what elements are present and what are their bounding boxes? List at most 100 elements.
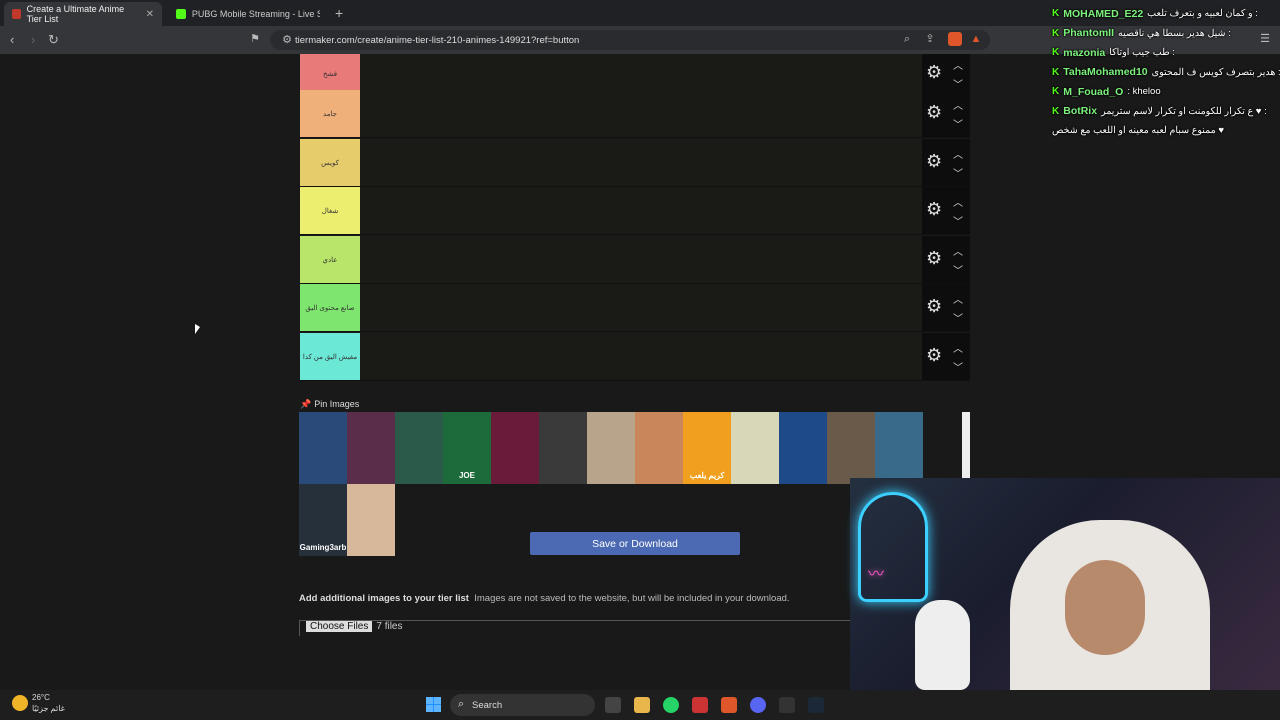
tier-controls: ⚙ ︿ ﹀	[922, 333, 970, 380]
chat-username[interactable]: PhantomII	[1063, 27, 1114, 39]
pin-image-thumbnail[interactable]	[347, 484, 395, 556]
tier-label[interactable]: شغال	[300, 187, 360, 234]
chevron-down-icon[interactable]: ﹀	[953, 76, 963, 91]
weather-widget[interactable]: 26°C غائم جزئيًا	[12, 692, 65, 714]
tier-drop-zone[interactable]	[360, 139, 922, 186]
taskbar-search[interactable]: ⌕ Search	[450, 694, 595, 716]
address-bar[interactable]: tiermaker.com/create/anime-tier-list-210…	[270, 30, 990, 50]
app-icon[interactable]	[692, 697, 708, 713]
tab-pubg[interactable]: PUBG Mobile Streaming - Live Stream	[168, 2, 328, 26]
chat-message: K BotRix ع تكرار للكومنت او تكرار لاسم ستر…	[1052, 102, 1280, 122]
pin-image-thumbnail[interactable]	[779, 412, 827, 484]
pin-image-thumbnail[interactable]	[827, 412, 875, 484]
tier-label[interactable]: مفيش اليق من كدا	[300, 333, 360, 380]
back-icon[interactable]: ‹	[10, 32, 14, 47]
gear-icon[interactable]: ⚙	[926, 346, 944, 364]
tier-row: جامد ⚙ ︿ ﹀	[300, 90, 970, 138]
pin-image-thumbnail[interactable]: كريم يلعب	[683, 412, 731, 484]
pin-image-thumbnail[interactable]	[539, 412, 587, 484]
chevron-down-icon[interactable]: ﹀	[953, 116, 963, 131]
zoom-icon[interactable]: ⌕	[900, 32, 914, 46]
chat-message: K MOHAMED_E22 و كمان لعبيه و بتعرف تلعب :	[1052, 4, 1280, 24]
chat-username[interactable]: MOHAMED_E22	[1063, 8, 1143, 20]
pin-image-thumbnail[interactable]	[347, 412, 395, 484]
tier-drop-zone[interactable]	[360, 236, 922, 283]
whatsapp-icon[interactable]	[663, 697, 679, 713]
pin-image-thumbnail[interactable]	[299, 412, 347, 484]
pin-image-thumbnail[interactable]: Gaming3arb	[299, 484, 347, 556]
tier-controls: ⚙ ︿ ﹀	[922, 90, 970, 137]
tier-drop-zone[interactable]	[360, 284, 922, 331]
chevron-up-icon[interactable]: ︿	[953, 340, 963, 355]
chat-username[interactable]: BotRix	[1063, 105, 1097, 117]
chevron-up-icon[interactable]: ︿	[953, 194, 963, 209]
chevron-down-icon[interactable]: ﹀	[953, 213, 963, 228]
gear-icon[interactable]: ⚙	[926, 249, 944, 267]
kick-icon: K	[1052, 105, 1060, 117]
steam-icon[interactable]	[808, 697, 824, 713]
chat-username[interactable]: M_Fouad_O	[1063, 86, 1123, 98]
chevron-down-icon[interactable]: ﹀	[953, 165, 963, 180]
thumbnail-caption: Gaming3arb	[299, 543, 347, 552]
gear-icon[interactable]: ⚙	[926, 200, 944, 218]
gear-icon[interactable]: ⚙	[926, 297, 944, 315]
tier-drop-zone[interactable]	[360, 90, 922, 137]
bookmark-icon[interactable]: ⚑	[248, 32, 262, 46]
forward-icon[interactable]: ›	[31, 32, 35, 47]
tier-label[interactable]: عادي	[300, 236, 360, 283]
file-input[interactable]: Choose Files 7 files	[299, 620, 859, 636]
pin-image-thumbnail[interactable]	[635, 412, 683, 484]
file-explorer-icon[interactable]	[634, 697, 650, 713]
pin-image-thumbnail[interactable]	[587, 412, 635, 484]
save-or-download-button[interactable]: Save or Download	[530, 532, 740, 555]
tab-title: Create a Ultimate Anime Tier List	[26, 4, 125, 24]
chat-username[interactable]: TahaMohamed10	[1063, 66, 1147, 78]
chevron-up-icon[interactable]: ︿	[953, 97, 963, 112]
chat-username[interactable]: mazonia	[1063, 47, 1105, 59]
brave-icon[interactable]	[721, 697, 737, 713]
new-tab-icon[interactable]: +	[335, 5, 343, 21]
gear-icon[interactable]: ⚙	[926, 103, 944, 121]
chevron-up-icon[interactable]: ︿	[953, 57, 963, 72]
search-icon: ⌕	[458, 698, 465, 710]
pin-icon: 📌	[300, 399, 312, 409]
share-icon[interactable]: ⇪	[923, 32, 937, 46]
tab-tiermaker[interactable]: Create a Ultimate Anime Tier List ✕	[4, 2, 162, 26]
site-info-icon[interactable]: ⚙	[280, 33, 294, 47]
pin-image-thumbnail[interactable]: JOE	[443, 412, 491, 484]
weather-icon	[12, 695, 28, 711]
discord-icon[interactable]	[750, 697, 766, 713]
start-icon[interactable]	[426, 697, 441, 712]
kick-icon: K	[1052, 8, 1060, 20]
close-tab-icon[interactable]: ✕	[146, 9, 154, 20]
tier-drop-zone[interactable]	[360, 187, 922, 234]
reload-icon[interactable]: ↻	[48, 32, 59, 48]
gear-icon[interactable]: ⚙	[926, 63, 944, 81]
tier-label[interactable]: كويس	[300, 139, 360, 186]
pin-image-thumbnail[interactable]	[875, 412, 923, 484]
pin-images-scrollbar[interactable]	[962, 412, 970, 478]
pin-image-thumbnail[interactable]	[731, 412, 779, 484]
chevron-up-icon[interactable]: ︿	[953, 146, 963, 161]
chevron-down-icon[interactable]: ﹀	[953, 310, 963, 325]
neon-sign	[858, 492, 928, 602]
tier-drop-zone[interactable]	[360, 333, 922, 380]
terminal-icon[interactable]	[779, 697, 795, 713]
tier-label[interactable]: جامد	[300, 90, 360, 137]
chevron-up-icon[interactable]: ︿	[953, 291, 963, 306]
kick-favicon-icon	[176, 9, 186, 19]
chevron-up-icon[interactable]: ︿	[953, 243, 963, 258]
pin-image-thumbnail[interactable]	[491, 412, 539, 484]
choose-files-button[interactable]: Choose Files	[306, 621, 373, 632]
tier-label[interactable]: صانع محتوى اليق	[300, 284, 360, 331]
chevron-down-icon[interactable]: ﹀	[953, 359, 963, 374]
search-placeholder: Search	[472, 699, 503, 711]
brave-rewards-icon[interactable]: ▲	[969, 32, 983, 46]
task-view-icon[interactable]	[605, 697, 621, 713]
chat-text: : kheloo	[1127, 86, 1161, 98]
brave-shield-icon[interactable]	[948, 32, 962, 46]
tier-row: عادي ⚙ ︿ ﹀	[300, 236, 970, 284]
chevron-down-icon[interactable]: ﹀	[953, 262, 963, 277]
pin-image-thumbnail[interactable]	[395, 412, 443, 484]
gear-icon[interactable]: ⚙	[926, 152, 944, 170]
